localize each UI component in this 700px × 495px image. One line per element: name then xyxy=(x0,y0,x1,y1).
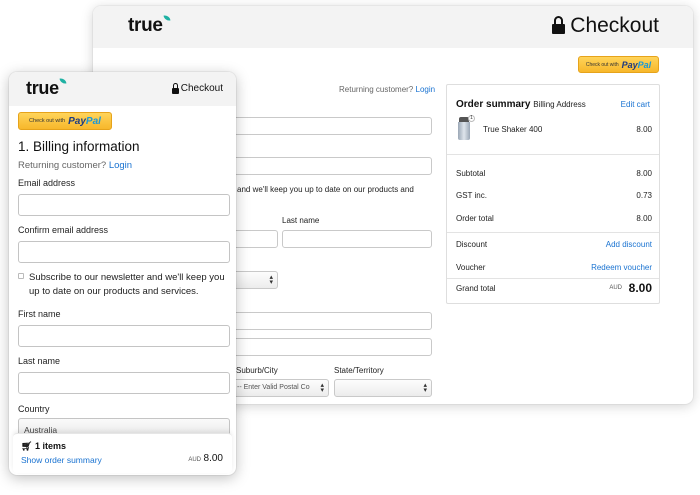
leaf-icon xyxy=(60,78,68,86)
newsletter-checkbox[interactable] xyxy=(18,273,24,279)
billing-section-title: 1. Billing information xyxy=(18,139,140,154)
currency-label: AUD xyxy=(188,457,201,463)
desktop-state-select[interactable]: ▴ ▾ xyxy=(334,379,432,397)
select-arrows-icon: ▴ ▾ xyxy=(269,274,273,286)
cart-icon: 🛒︎ xyxy=(21,441,33,451)
mobile-header: true Checkout xyxy=(9,72,236,106)
newsletter-text: Subscribe to our newsletter and we'll ke… xyxy=(29,272,225,297)
email-label: Email address xyxy=(18,178,76,188)
desktop-newsletter-text: and we'll keep you up to date on our pro… xyxy=(237,185,414,194)
stage: true Checkout Check out with PayPal Retu… xyxy=(0,0,700,495)
desktop-last-name-input[interactable] xyxy=(282,230,432,248)
edit-cart-link[interactable]: Edit cart xyxy=(621,100,650,109)
cart-count: 🛒︎ 1 items xyxy=(21,441,66,451)
divider xyxy=(447,278,659,279)
add-discount-link[interactable]: Add discount xyxy=(606,240,652,249)
confirm-email-label: Confirm email address xyxy=(18,225,109,235)
first-name-input[interactable] xyxy=(18,325,230,347)
desktop-login-link[interactable]: Login xyxy=(416,85,436,94)
desktop-state-label: State/Territory xyxy=(334,366,384,375)
paypal-small-text: Check out with xyxy=(585,61,619,68)
confirm-email-input[interactable] xyxy=(18,241,230,263)
product-price: 8.00 xyxy=(636,125,652,134)
mobile-returning-customer: Returning customer? Login xyxy=(18,160,132,171)
quantity-badge: 1 xyxy=(468,115,475,122)
leaf-icon xyxy=(164,15,172,23)
product-name: True Shaker 400 xyxy=(483,125,543,134)
desktop-address-input[interactable] xyxy=(233,312,432,330)
desktop-paypal-button[interactable]: Check out with PayPal xyxy=(578,56,659,73)
lock-icon xyxy=(171,82,179,94)
shaker-product-image: 1 xyxy=(457,115,475,141)
desktop-checkout-heading: Checkout xyxy=(552,14,659,38)
desktop-confirm-email-input[interactable] xyxy=(233,157,432,175)
mobile-checkout-window: true Checkout Check out with PayPal 1. B… xyxy=(9,72,236,475)
desktop-last-name-label: Last name xyxy=(282,216,320,225)
paypal-logo: PayPal xyxy=(68,115,101,127)
last-name-input[interactable] xyxy=(18,372,230,394)
order-summary-heading: Order summary Billing Address xyxy=(456,99,586,110)
divider xyxy=(447,232,659,233)
checkout-label: Checkout xyxy=(180,83,223,94)
lock-icon xyxy=(552,16,566,35)
select-arrows-icon: ▴ ▾ xyxy=(423,382,427,394)
logo-text: true xyxy=(26,78,59,98)
desktop-header: true Checkout xyxy=(93,6,693,48)
last-name-label: Last name xyxy=(18,356,61,366)
desktop-email-input[interactable] xyxy=(233,117,432,135)
email-input[interactable] xyxy=(18,194,230,216)
paypal-logo: PayPal xyxy=(621,59,652,70)
returning-text: Returning customer? xyxy=(339,85,414,94)
suburb-placeholder: -- Enter Valid Postal Co xyxy=(237,384,310,391)
currency-label: AUD xyxy=(609,285,622,291)
desktop-country-select[interactable]: ▴ ▾ xyxy=(233,271,278,289)
select-arrows-icon: ▴ ▾ xyxy=(320,382,324,394)
grand-total-value: 8.00 xyxy=(628,281,652,295)
order-summary-footer: 🛒︎ 1 items Show order summary AUD 8.00 xyxy=(13,433,232,473)
divider xyxy=(447,154,659,155)
logo-text: true xyxy=(128,15,163,36)
desktop-suburb-select[interactable]: -- Enter Valid Postal Co ▴ ▾ xyxy=(233,379,329,397)
mobile-logo[interactable]: true xyxy=(26,78,68,99)
desktop-address2-input[interactable] xyxy=(233,338,432,356)
mobile-paypal-button[interactable]: Check out with PayPal xyxy=(18,112,112,130)
order-summary-panel: Order summary Billing Address Edit cart … xyxy=(446,84,660,304)
gst-row: GST inc. 0.73 xyxy=(456,191,652,200)
subtotal-row: Subtotal 8.00 xyxy=(456,169,652,178)
discount-row: Discount Add discount xyxy=(456,240,652,249)
paypal-small-text: Check out with xyxy=(29,118,66,124)
show-order-summary-link[interactable]: Show order summary xyxy=(21,455,102,465)
mobile-checkout-heading: Checkout xyxy=(171,82,223,94)
order-total-row: Order total 8.00 xyxy=(456,214,652,223)
desktop-logo[interactable]: true xyxy=(128,15,172,37)
cart-line-item: 1 True Shaker 400 8.00 xyxy=(456,115,652,143)
desktop-first-name-input[interactable] xyxy=(233,230,278,248)
footer-total-value: 8.00 xyxy=(203,453,223,464)
voucher-row: Voucher Redeem voucher xyxy=(456,263,652,272)
desktop-returning-customer: Returning customer? Login xyxy=(339,85,435,94)
mobile-login-link[interactable]: Login xyxy=(109,160,132,171)
country-label: Country xyxy=(18,404,50,414)
grand-total-row: Grand total AUD 8.00 xyxy=(456,281,652,295)
checkout-label: Checkout xyxy=(570,14,659,37)
redeem-voucher-link[interactable]: Redeem voucher xyxy=(591,263,652,272)
first-name-label: First name xyxy=(18,309,61,319)
returning-text: Returning customer? xyxy=(18,160,107,171)
desktop-suburb-label: Suburb/City xyxy=(236,366,278,375)
